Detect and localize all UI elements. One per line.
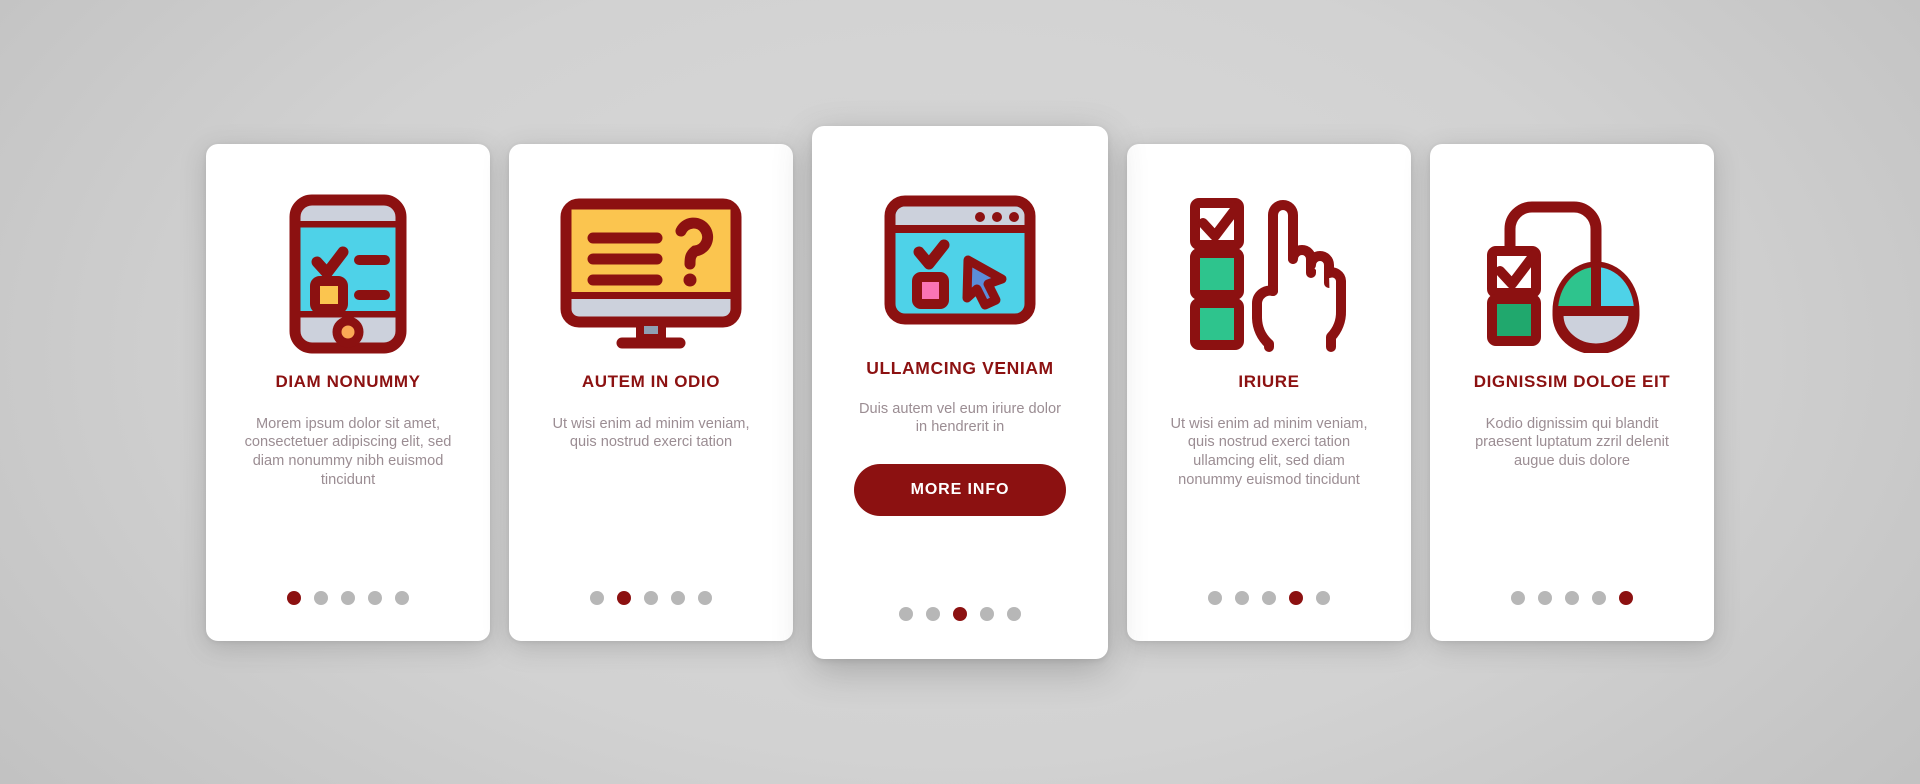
pagination-dot-5[interactable] bbox=[1619, 590, 1633, 605]
pagination-dot-1[interactable] bbox=[1208, 590, 1222, 605]
pagination-dot-4[interactable] bbox=[980, 606, 994, 621]
pagination-dot-1[interactable] bbox=[899, 606, 913, 621]
onboarding-screens-stage: DIAM NONUMMY Morem ipsum dolor sit amet,… bbox=[0, 0, 1920, 784]
more-info-button[interactable]: MORE INFO bbox=[854, 464, 1066, 517]
pagination-dot-4[interactable] bbox=[1592, 590, 1606, 605]
pagination-dot-2[interactable] bbox=[314, 590, 328, 605]
onboarding-card-4[interactable]: IRIURE Ut wisi enim ad minim veniam, qui… bbox=[1127, 143, 1411, 641]
hand-pointer-checklist-icon bbox=[1189, 190, 1349, 358]
pagination-dot-4[interactable] bbox=[671, 590, 685, 605]
pagination-dot-5[interactable] bbox=[698, 590, 712, 605]
pagination-dot-5[interactable] bbox=[1007, 606, 1021, 621]
pagination-dots[interactable] bbox=[509, 590, 793, 605]
pagination-dot-3[interactable] bbox=[644, 590, 658, 605]
pagination-dot-3[interactable] bbox=[341, 590, 355, 605]
pagination-dot-1[interactable] bbox=[287, 590, 301, 605]
pagination-dot-4[interactable] bbox=[1289, 590, 1303, 605]
card-title: AUTEM IN ODIO bbox=[581, 371, 721, 391]
pagination-dot-3[interactable] bbox=[1262, 590, 1276, 605]
pagination-dot-4[interactable] bbox=[368, 590, 382, 605]
pagination-dot-2[interactable] bbox=[1538, 590, 1552, 605]
monitor-question-icon bbox=[560, 190, 742, 358]
browser-cursor-icon bbox=[884, 176, 1036, 346]
pagination-dot-5[interactable] bbox=[395, 590, 409, 605]
pagination-dot-1[interactable] bbox=[1511, 590, 1525, 605]
onboarding-card-2[interactable]: AUTEM IN ODIO Ut wisi enim ad minim veni… bbox=[509, 143, 793, 641]
card-body: Morem ipsum dolor sit amet, consectetuer… bbox=[244, 415, 452, 489]
card-body: Ut wisi enim ad minim veniam, quis nostr… bbox=[1170, 415, 1368, 489]
pagination-dots[interactable] bbox=[812, 606, 1108, 621]
onboarding-card-5[interactable]: DIGNISSIM DOLOE EIT Kodio dignissim qui … bbox=[1430, 143, 1714, 641]
mobile-checklist-icon bbox=[289, 190, 407, 358]
mouse-checklist-icon bbox=[1486, 190, 1658, 358]
pagination-dots[interactable] bbox=[1127, 590, 1411, 605]
card-title: DIAM NONUMMY bbox=[275, 371, 421, 391]
pagination-dot-2[interactable] bbox=[617, 590, 631, 605]
card-title: IRIURE bbox=[1238, 371, 1300, 391]
pagination-dot-5[interactable] bbox=[1316, 590, 1330, 605]
onboarding-card-1[interactable]: DIAM NONUMMY Morem ipsum dolor sit amet,… bbox=[206, 143, 490, 641]
card-body: Duis autem vel eum iriure dolor in hendr… bbox=[859, 400, 1061, 436]
pagination-dots[interactable] bbox=[1430, 590, 1714, 605]
pagination-dots[interactable] bbox=[206, 590, 490, 605]
onboarding-card-list: DIAM NONUMMY Morem ipsum dolor sit amet,… bbox=[0, 0, 1920, 784]
onboarding-card-3[interactable]: ULLAMCING VENIAM Duis autem vel eum iriu… bbox=[812, 125, 1108, 659]
pagination-dot-2[interactable] bbox=[1235, 590, 1249, 605]
card-body: Ut wisi enim ad minim veniam, quis nostr… bbox=[552, 415, 750, 451]
pagination-dot-2[interactable] bbox=[926, 606, 940, 621]
pagination-dot-3[interactable] bbox=[1565, 590, 1579, 605]
pagination-dot-3[interactable] bbox=[953, 606, 967, 621]
pagination-dot-1[interactable] bbox=[590, 590, 604, 605]
card-title: DIGNISSIM DOLOE EIT bbox=[1473, 371, 1671, 391]
card-body: Kodio dignissim qui blandit praesent lup… bbox=[1475, 415, 1669, 470]
card-title: ULLAMCING VENIAM bbox=[866, 357, 1054, 378]
